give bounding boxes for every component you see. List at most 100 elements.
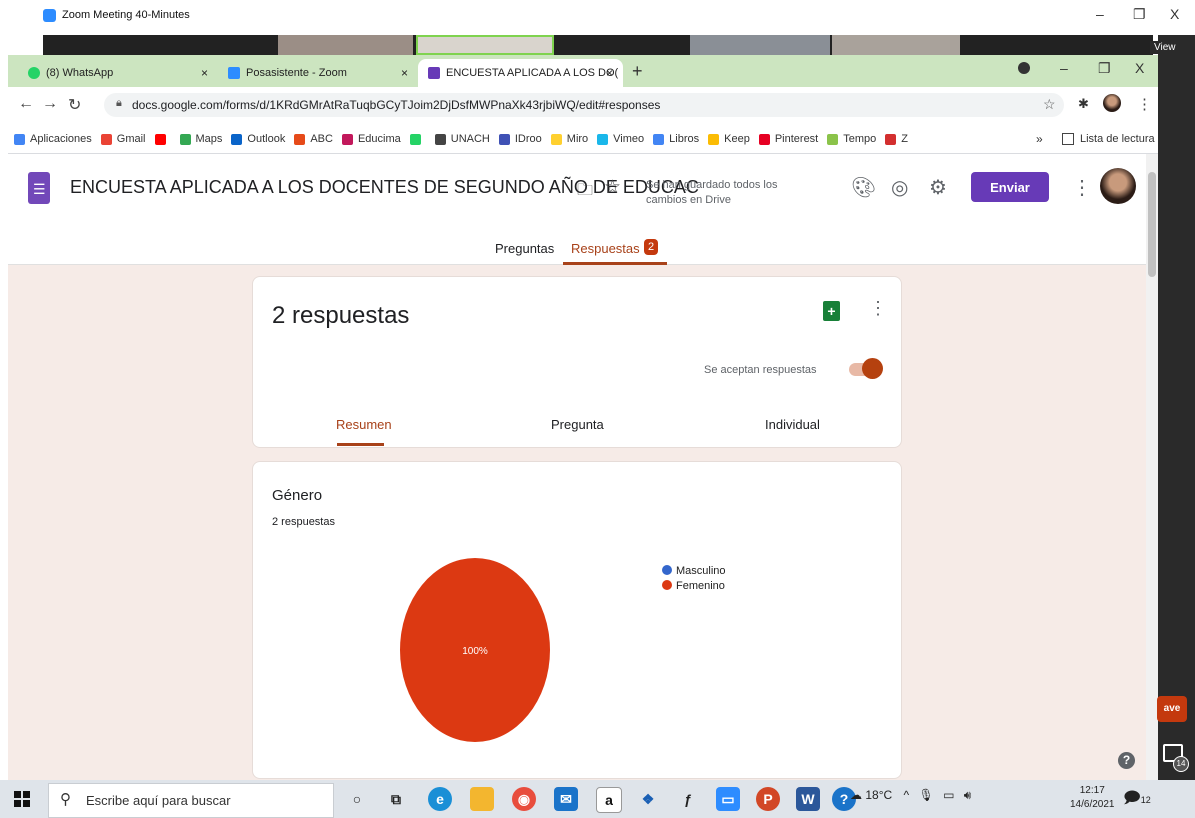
zoom-maximize-button[interactable]: ❐ xyxy=(1133,6,1146,23)
bookmark-item[interactable]: Tempo xyxy=(827,133,876,145)
amazon-icon[interactable]: a xyxy=(596,787,622,813)
bookmark-label: Tempo xyxy=(843,133,877,145)
zoom-window-title: Zoom Meeting 40-Minutes xyxy=(62,9,190,21)
avatar[interactable] xyxy=(1100,168,1136,204)
bookmark-item[interactable]: Outlook xyxy=(231,133,285,145)
url-text[interactable]: docs.google.com/forms/d/1KRdGMrAtRaTuqbG… xyxy=(132,98,660,112)
reload-icon[interactable]: ↻ xyxy=(68,95,81,115)
chrome-icon[interactable]: ◉ xyxy=(512,787,536,811)
bookmark-item[interactable]: Z xyxy=(885,133,908,145)
browser-menu-icon[interactable]: ⋮ xyxy=(1137,95,1152,113)
palette-icon[interactable]: 🎨︎ xyxy=(851,175,876,200)
browser-profile-avatar[interactable] xyxy=(1103,94,1121,112)
response-count-title: 2 respuestas xyxy=(272,302,410,329)
tab-responses[interactable]: Respuestas xyxy=(571,241,640,256)
bookmark-label: Educima xyxy=(357,133,401,145)
forms-logo-icon[interactable]: ☰ xyxy=(28,172,50,204)
volume-icon[interactable]: 🔊︎ xyxy=(964,788,972,802)
bookmark-item[interactable]: Keep xyxy=(708,133,750,145)
subtab-individual[interactable]: Individual xyxy=(765,417,820,432)
participant-video[interactable] xyxy=(690,35,830,55)
participant-video-active[interactable] xyxy=(416,35,554,55)
zoom-minimize-button[interactable]: – xyxy=(1096,6,1104,22)
more-bookmarks-button[interactable]: » xyxy=(1036,132,1043,146)
extensions-icon[interactable]: ✱ xyxy=(1078,96,1089,112)
tab-whatsapp[interactable]: (8) WhatsApp × xyxy=(18,59,218,87)
subtab-question[interactable]: Pregunta xyxy=(551,417,604,432)
close-tab-icon[interactable]: × xyxy=(201,66,208,80)
bookmark-item[interactable]: ABC xyxy=(294,133,333,145)
move-to-folder-icon[interactable]: 🗀︎ xyxy=(577,179,593,206)
toggle-knob[interactable] xyxy=(862,358,883,379)
help-icon[interactable]: ? xyxy=(1118,752,1135,769)
file-explorer-icon[interactable] xyxy=(470,787,494,811)
microphone-icon[interactable]: 🎙︎ xyxy=(918,788,933,802)
bookmark-item[interactable] xyxy=(409,133,426,145)
dropbox-icon[interactable]: ❖ xyxy=(636,787,660,811)
weather-temp[interactable]: 18°C xyxy=(865,788,892,802)
bookmark-item[interactable]: UNACH xyxy=(434,133,490,145)
zoom-chat-icon[interactable]: 14 xyxy=(1163,744,1189,772)
question-summary-card xyxy=(252,461,902,779)
gallery-view-button[interactable]: View xyxy=(1150,41,1180,54)
word-icon[interactable]: W xyxy=(796,787,820,811)
bookmark-item[interactable]: Gmail xyxy=(100,133,146,145)
more-options-icon[interactable]: ⋮ xyxy=(1072,175,1092,200)
close-tab-icon[interactable]: × xyxy=(606,66,613,80)
edge-icon[interactable]: e xyxy=(428,787,452,811)
mail-icon[interactable]: ✉︎ xyxy=(554,787,578,811)
tray-chevron-icon[interactable]: ^ xyxy=(904,788,910,802)
bookmark-item[interactable]: Aplicaciones xyxy=(14,133,92,145)
network-icon[interactable]: ▭ xyxy=(943,788,954,802)
forward-arrow-icon[interactable]: → xyxy=(42,95,58,113)
bookmark-label: Pinterest xyxy=(774,133,819,145)
browser-minimize-button[interactable]: – xyxy=(1060,60,1068,76)
card-more-icon[interactable]: ⋮ xyxy=(869,298,887,319)
lock-icon[interactable]: 🔒︎ xyxy=(116,97,122,110)
taskbar-clock[interactable]: 12:17 14/6/2021 xyxy=(1070,784,1115,812)
browser-maximize-button[interactable]: ❐ xyxy=(1098,60,1111,77)
bookmark-item[interactable]: Pinterest xyxy=(758,133,819,145)
weather-icon[interactable]: ☁︎ xyxy=(850,788,862,802)
windows-start-icon[interactable] xyxy=(14,791,30,807)
settings-gear-icon[interactable]: ⚙︎ xyxy=(929,175,947,200)
sheets-icon[interactable]: + xyxy=(823,301,840,321)
scrollbar-thumb[interactable] xyxy=(1148,172,1156,277)
bookmark-item[interactable]: Maps xyxy=(179,133,222,145)
bookmark-star-icon[interactable]: ☆ xyxy=(1043,96,1056,113)
save-chip-button[interactable]: ave xyxy=(1157,696,1187,722)
profile-indicator-icon[interactable] xyxy=(1018,62,1030,74)
tab-zoom[interactable]: Posasistente - Zoom × xyxy=(218,59,418,87)
task-view-icon[interactable]: ⧉ xyxy=(384,787,408,811)
notifications-icon[interactable]: 🗩︎12 xyxy=(1123,787,1151,814)
send-button[interactable]: Enviar xyxy=(971,172,1049,202)
cortana-icon[interactable]: ○ xyxy=(345,787,369,811)
browser-close-button[interactable]: X xyxy=(1135,60,1144,76)
back-arrow-icon[interactable]: ← xyxy=(18,95,34,113)
new-tab-button[interactable]: + xyxy=(632,61,643,82)
tab-forms-active[interactable]: ENCUESTA APLICADA A LOS DO( × xyxy=(418,59,623,87)
tab-questions[interactable]: Preguntas xyxy=(495,241,554,256)
participant-video[interactable] xyxy=(278,35,413,55)
close-tab-icon[interactable]: × xyxy=(401,66,408,80)
bookmark-label: UNACH xyxy=(450,133,490,145)
reading-list-button[interactable]: Lista de lectura xyxy=(1062,133,1155,145)
powerpoint-icon[interactable]: P xyxy=(756,787,780,811)
preview-eye-icon[interactable]: ◎ xyxy=(891,175,908,200)
app-icon[interactable]: ƒ xyxy=(676,787,700,811)
bookmark-item[interactable]: Miro xyxy=(550,133,588,145)
bookmark-item[interactable]: Vimeo xyxy=(597,133,644,145)
subtab-summary[interactable]: Resumen xyxy=(336,417,392,432)
legend-item: Masculino xyxy=(662,564,726,579)
bookmark-icon xyxy=(708,133,720,145)
zoom-close-button[interactable]: X xyxy=(1170,6,1179,22)
zoom-taskbar-icon[interactable]: ▭ xyxy=(716,787,740,811)
bookmark-item[interactable] xyxy=(154,133,171,145)
star-icon[interactable]: ☆ xyxy=(604,176,621,199)
bookmark-item[interactable]: IDroo xyxy=(498,133,542,145)
bookmark-item[interactable]: Libros xyxy=(653,133,699,145)
search-icon: ⚲ xyxy=(60,791,71,808)
bookmark-icon xyxy=(653,133,665,145)
bookmark-item[interactable]: Educima xyxy=(341,133,401,145)
participant-video[interactable] xyxy=(832,35,960,55)
